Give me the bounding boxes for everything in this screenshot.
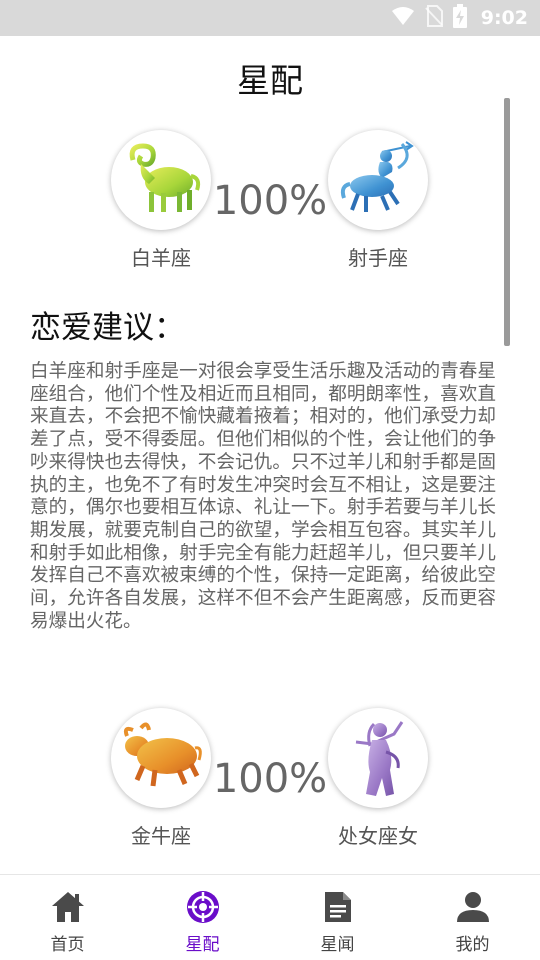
nav-label-home: 首页 (50, 935, 85, 955)
sagittarius-icon[interactable] (328, 130, 428, 230)
person-icon (455, 889, 491, 925)
nav-item-profile[interactable]: 我的 (405, 875, 540, 960)
document-icon (320, 889, 356, 925)
virgo-icon[interactable] (328, 708, 428, 808)
right-sign-name: 处女座女 (338, 824, 418, 848)
scrollbar[interactable] (504, 98, 510, 346)
match-content[interactable]: 100% 白羊座 射手座 恋爱建议： 白羊座和射手座是一对很会享受生活乐趣及活动… (0, 112, 540, 874)
nav-item-news[interactable]: 星闻 (270, 875, 405, 960)
no-sim-icon (425, 5, 443, 31)
match-percent: 100% (212, 178, 328, 224)
page-title: 星配 (237, 61, 303, 100)
taurus-icon[interactable] (111, 708, 211, 808)
status-icons: 9:02 (391, 0, 528, 36)
left-sign-name: 白羊座 (131, 246, 191, 270)
nav-item-match[interactable]: 星配 (135, 875, 270, 960)
nav-label-match: 星配 (185, 935, 220, 955)
wifi-icon (391, 6, 415, 30)
home-icon (50, 889, 86, 925)
advice-heading: 恋爱建议： (30, 310, 185, 346)
nav-item-home[interactable]: 首页 (0, 875, 135, 960)
left-sign-name: 金牛座 (131, 824, 191, 848)
match-card[interactable]: 100% 金牛座 处女座女 (0, 690, 540, 848)
match-card[interactable]: 100% 白羊座 射手座 (0, 112, 540, 270)
status-time: 9:02 (480, 7, 528, 29)
aries-icon[interactable] (111, 130, 211, 230)
nav-label-profile: 我的 (455, 935, 490, 955)
nav-label-news: 星闻 (320, 935, 355, 955)
status-bar: 9:02 (0, 0, 540, 36)
bottom-nav: 首页 星配 星闻 我的 (0, 874, 540, 960)
target-icon (185, 889, 221, 925)
advice-text: 白羊座和射手座是一对很会享受生活乐趣及活动的青春星座组合，他们个性及相近而且相同… (30, 361, 496, 632)
right-sign-name: 射手座 (348, 246, 408, 270)
match-percent: 100% (212, 756, 328, 802)
app-header: 星配 (0, 36, 540, 112)
battery-charging-icon (452, 4, 467, 32)
